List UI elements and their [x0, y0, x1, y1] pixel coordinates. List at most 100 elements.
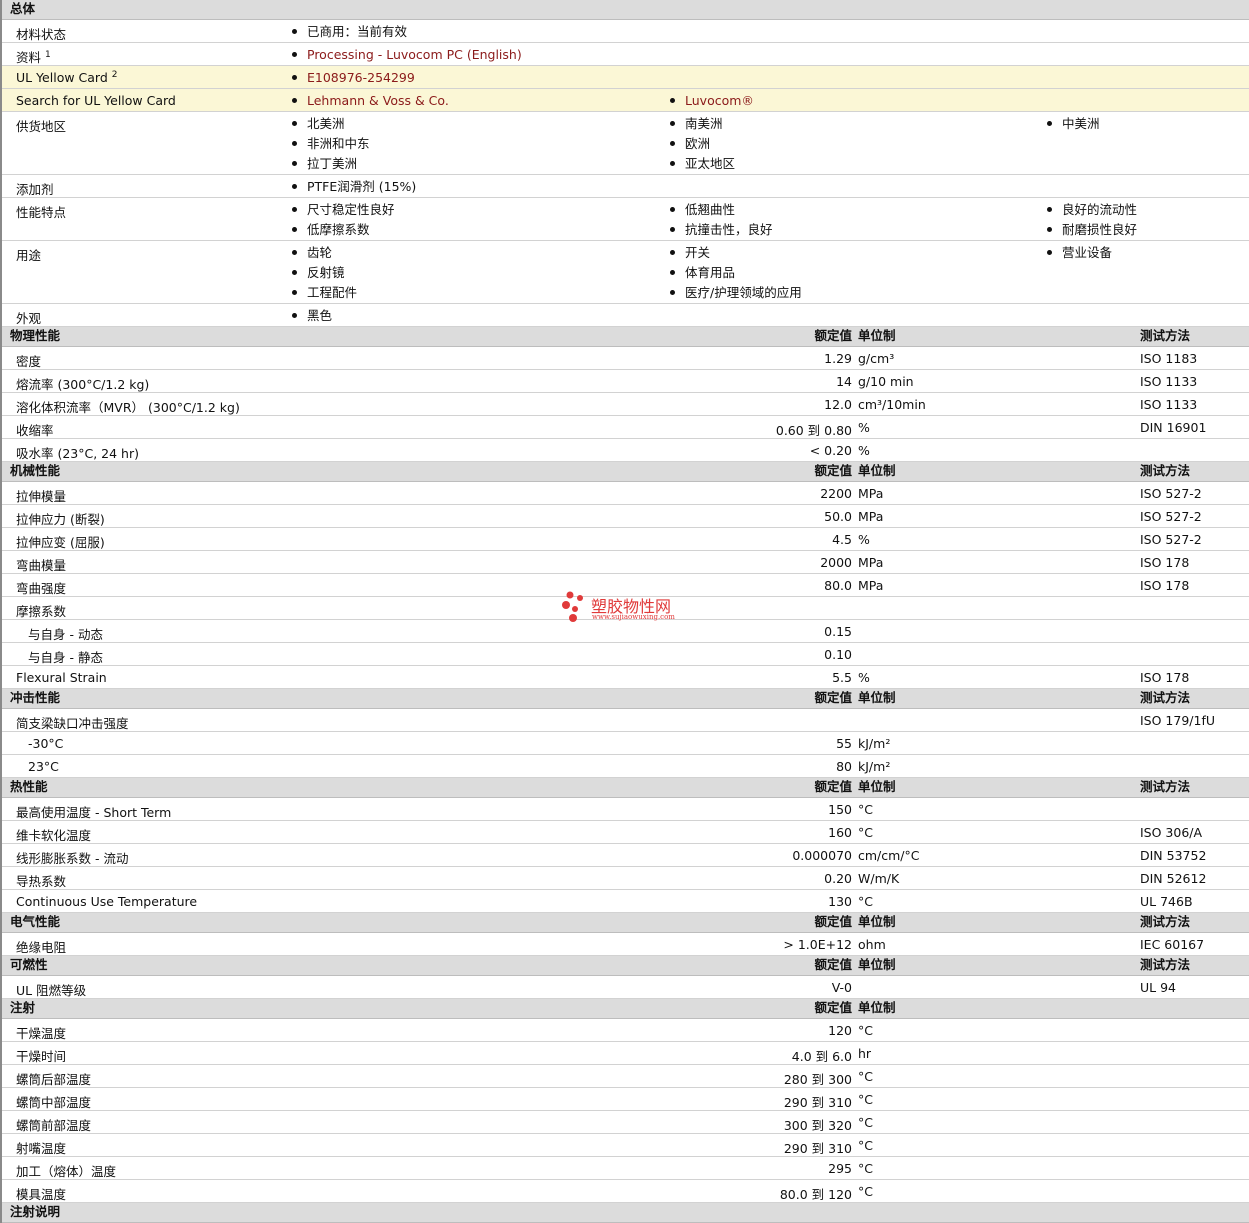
property-value: < 0.20 — [809, 443, 852, 458]
row-label: 资料 1 — [16, 47, 51, 66]
row-label-text: 添加剂 — [16, 182, 54, 197]
bullet-item: 尺寸稳定性良好 — [292, 200, 395, 220]
row-label: 用途 — [16, 245, 41, 264]
property-row: 螺筒前部温度 300 到 320 °C — [2, 1111, 1249, 1134]
property-unit: °C — [858, 802, 873, 817]
header-value: 额定值 — [814, 914, 852, 929]
property-value: 160 — [828, 825, 852, 840]
bullet-icon — [292, 29, 297, 34]
property-value: 5.5 — [832, 670, 852, 685]
bullet-item: 医疗/护理领域的应用 — [670, 283, 802, 303]
bullet-column: Lehmann & Voss & Co. — [292, 91, 449, 111]
property-unit: % — [858, 420, 870, 435]
property-row: 拉伸应力 (断裂) 50.0 MPa ISO 527-2 — [2, 505, 1249, 528]
section-title: 物理性能 — [10, 328, 61, 343]
header-test-method: 测试方法 — [1140, 957, 1191, 972]
property-row: UL 阻燃等级 V-0 UL 94 — [2, 976, 1249, 999]
bullet-item[interactable]: Lehmann & Voss & Co. — [292, 91, 449, 111]
bullet-text: 黑色 — [307, 308, 333, 323]
property-test-method: DIN 52612 — [1140, 871, 1207, 886]
property-value: 290 到 310 — [783, 1095, 852, 1110]
header-unit: 单位制 — [858, 779, 896, 794]
property-value: 0.15 — [824, 624, 852, 639]
section-header: 注射说明 — [2, 1203, 1249, 1223]
bullet-text: 良好的流动性 — [1062, 202, 1138, 217]
property-value: 2200 — [820, 486, 852, 501]
property-unit: °C — [858, 1092, 873, 1107]
general-row: 材料状态 已商用：当前有效 — [2, 20, 1249, 43]
section-title: 注射 — [10, 1000, 36, 1015]
row-label-text: UL Yellow Card — [16, 70, 108, 85]
property-unit: MPa — [858, 486, 884, 501]
bullet-column: Luvocom® — [670, 91, 754, 111]
bullet-icon — [1047, 121, 1052, 126]
bullet-item: 齿轮 — [292, 243, 357, 263]
bullet-item: 亚太地区 — [670, 154, 735, 174]
bullet-item: 欧洲 — [670, 134, 735, 154]
property-value: 50.0 — [824, 509, 852, 524]
link-text[interactable]: Processing - Luvocom PC (English) — [307, 47, 522, 62]
bullet-item: 非洲和中东 — [292, 134, 370, 154]
property-test-method: ISO 527-2 — [1140, 532, 1202, 547]
header-value: 额定值 — [814, 328, 852, 343]
header-value: 额定值 — [814, 463, 852, 478]
property-row: 线形膨胀系数 - 流动 0.000070 cm/cm/°C DIN 53752 — [2, 844, 1249, 867]
property-row: 拉伸模量 2200 MPa ISO 527-2 — [2, 482, 1249, 505]
link-text[interactable]: E108976-254299 — [307, 70, 415, 85]
watermark-url: www.sujiaowuxing.com — [592, 613, 675, 621]
property-label: 加工（熔体）温度 — [16, 1164, 117, 1179]
bullet-item: 良好的流动性 — [1047, 200, 1137, 220]
row-label: 外观 — [16, 308, 41, 327]
property-test-method: ISO 178 — [1140, 670, 1190, 685]
property-row: 绝缘电阻 > 1.0E+12 ohm IEC 60167 — [2, 933, 1249, 956]
property-label: Flexural Strain — [16, 670, 107, 685]
bullet-icon — [292, 250, 297, 255]
bullet-text: 低摩擦系数 — [307, 222, 370, 237]
bullet-text: 工程配件 — [307, 285, 358, 300]
property-label: 导热系数 — [16, 874, 67, 889]
bullet-icon — [292, 290, 297, 295]
property-unit: MPa — [858, 555, 884, 570]
property-row: 23°C 80 kJ/m² — [2, 755, 1249, 778]
property-label: 干燥温度 — [16, 1026, 67, 1041]
property-label: 与自身 - 静态 — [28, 650, 103, 665]
bullet-icon — [292, 270, 297, 275]
property-value: 14 — [836, 374, 852, 389]
property-label: 干燥时间 — [16, 1049, 67, 1064]
bullet-text: 北美洲 — [307, 116, 345, 131]
property-value: 55 — [836, 736, 852, 751]
property-unit: g/10 min — [858, 374, 914, 389]
bullet-icon — [670, 98, 675, 103]
bullet-icon — [292, 98, 297, 103]
bullet-item[interactable]: Luvocom® — [670, 91, 754, 111]
link-text[interactable]: Luvocom® — [685, 93, 754, 108]
row-label: 性能特点 — [16, 202, 66, 221]
bullet-item[interactable]: E108976-254299 — [292, 68, 415, 88]
property-unit: cm/cm/°C — [858, 848, 920, 863]
bullet-text: 亚太地区 — [685, 156, 736, 171]
property-value: 4.5 — [832, 532, 852, 547]
bullet-text: 非洲和中东 — [307, 136, 370, 151]
bullet-item: 开关 — [670, 243, 802, 263]
property-value: 0.60 到 0.80 — [775, 423, 852, 438]
property-value: 80.0 — [824, 578, 852, 593]
property-label: 绝缘电阻 — [16, 940, 67, 955]
bullet-text: 抗撞击性，良好 — [685, 222, 773, 237]
property-label: 螺筒前部温度 — [16, 1118, 92, 1133]
bullet-column: 中美洲 — [1047, 114, 1100, 134]
bullet-item: 中美洲 — [1047, 114, 1100, 134]
property-unit: MPa — [858, 578, 884, 593]
property-unit: ohm — [858, 937, 886, 952]
property-value: 80.0 到 120 — [779, 1187, 852, 1202]
property-label: 收缩率 — [16, 423, 54, 438]
property-row: 拉伸应变 (屈服) 4.5% ISO 527-2 — [2, 528, 1249, 551]
property-value: 295 — [828, 1161, 852, 1176]
bullet-text: 齿轮 — [307, 245, 333, 260]
property-label: UL 阻燃等级 — [16, 983, 87, 998]
header-test-method: 测试方法 — [1140, 463, 1191, 478]
link-text[interactable]: Lehmann & Voss & Co. — [307, 93, 449, 108]
bullet-icon — [670, 207, 675, 212]
bullet-item[interactable]: Processing - Luvocom PC (English) — [292, 45, 522, 65]
section-title: 机械性能 — [10, 463, 61, 478]
property-value: 150 — [828, 802, 852, 817]
